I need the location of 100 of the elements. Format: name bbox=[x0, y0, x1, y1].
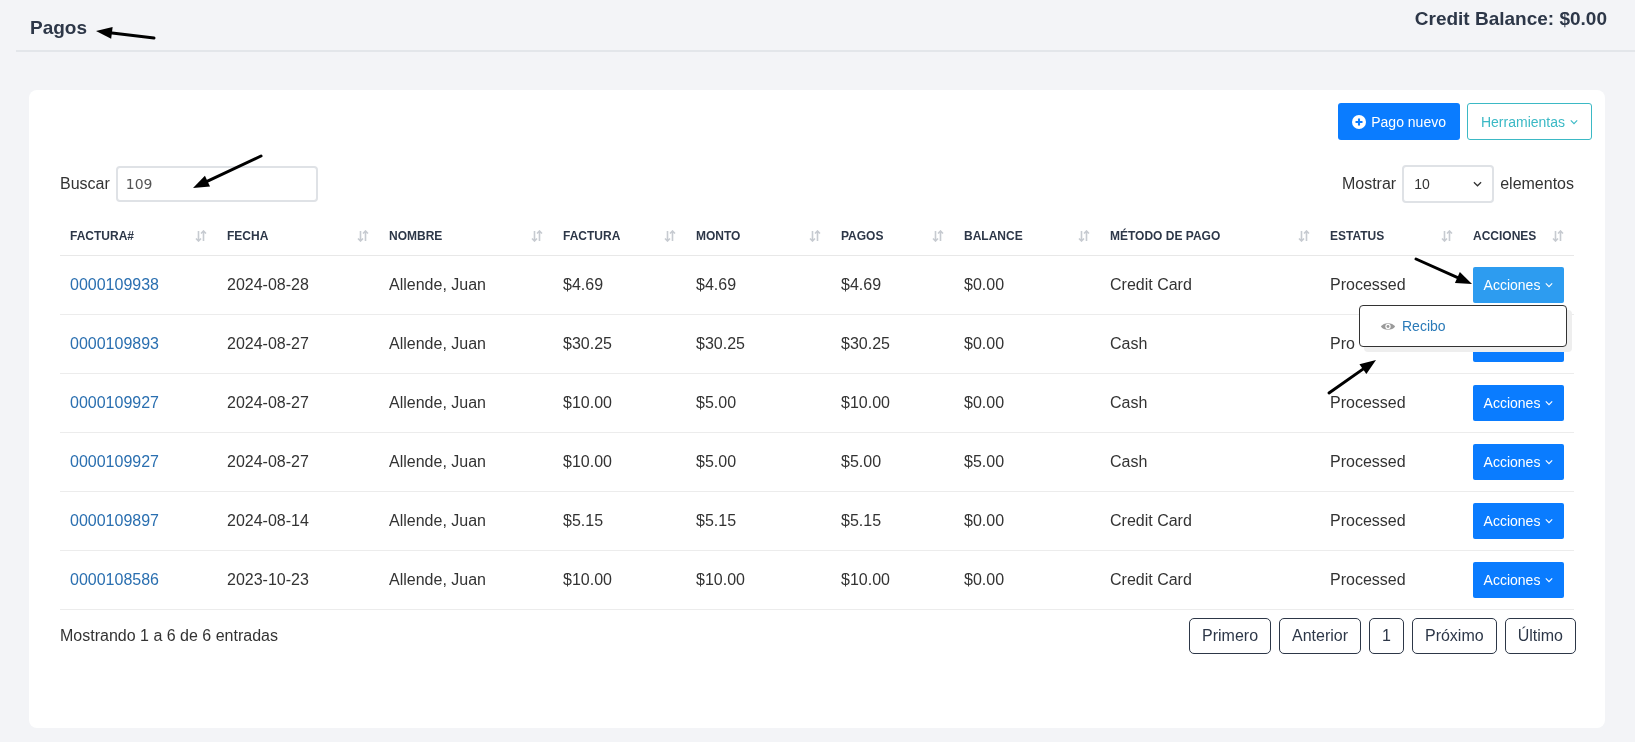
sort-icon[interactable] bbox=[1441, 230, 1453, 242]
table-cell: $0.00 bbox=[964, 276, 1005, 294]
table-cell: 2023-10-23 bbox=[227, 571, 309, 589]
table-cell: $10.00 bbox=[696, 571, 745, 589]
pagination-button[interactable]: Último bbox=[1504, 618, 1576, 654]
table-cell: $10.00 bbox=[563, 571, 612, 589]
table-cell: Processed bbox=[1330, 276, 1406, 294]
table-cell: Processed bbox=[1330, 512, 1406, 530]
page-size-select[interactable]: 10 bbox=[1402, 165, 1495, 203]
plus-circle-icon bbox=[1352, 114, 1367, 129]
table-cell: Processed bbox=[1330, 394, 1406, 412]
actions-button[interactable]: Acciones bbox=[1473, 503, 1564, 539]
table-cell: Credit Card bbox=[1110, 512, 1192, 530]
table-cell: Allende, Juan bbox=[389, 276, 486, 294]
table-cell: $10.00 bbox=[563, 453, 612, 471]
entries-summary: Mostrando 1 a 6 de 6 entradas bbox=[60, 627, 278, 645]
actions-button[interactable]: Acciones bbox=[1473, 267, 1564, 303]
search-label: Buscar bbox=[60, 175, 110, 193]
table-cell: 2024-08-27 bbox=[227, 335, 309, 353]
table-cell: Pro bbox=[1330, 335, 1355, 353]
table-cell: $5.00 bbox=[964, 453, 1005, 471]
pagination-button[interactable]: Primero bbox=[1189, 618, 1272, 654]
receipt-menu-item[interactable]: Recibo bbox=[1380, 318, 1446, 334]
table-cell: Cash bbox=[1110, 335, 1148, 353]
actions-button[interactable]: Acciones bbox=[1473, 562, 1564, 598]
column-header: BALANCE bbox=[964, 229, 1023, 243]
caret-icon bbox=[1545, 518, 1554, 524]
caret-icon bbox=[1545, 400, 1554, 406]
column-header: FACTURA# bbox=[70, 229, 134, 243]
table-cell: $4.69 bbox=[841, 276, 882, 294]
caret-icon bbox=[1545, 577, 1554, 583]
caret-icon bbox=[1545, 282, 1554, 288]
column-header: NOMBRE bbox=[389, 229, 443, 243]
column-header: MÉTODO DE PAGO bbox=[1110, 229, 1221, 243]
table-cell: $0.00 bbox=[964, 571, 1005, 589]
table-cell: Allende, Juan bbox=[389, 512, 486, 530]
table-cell: Processed bbox=[1330, 571, 1406, 589]
table-cell: $10.00 bbox=[841, 394, 890, 412]
table-cell: 2024-08-14 bbox=[227, 512, 309, 530]
invoice-link[interactable]: 0000109938 bbox=[70, 276, 159, 294]
table-cell: $30.25 bbox=[841, 335, 890, 353]
sort-icon[interactable] bbox=[531, 230, 543, 242]
actions-button[interactable]: Acciones bbox=[1473, 444, 1564, 480]
table-cell: $5.15 bbox=[696, 512, 737, 530]
column-header: FACTURA bbox=[563, 229, 621, 243]
annotation-arrow bbox=[1414, 257, 1472, 284]
new-payment-button[interactable]: Pago nuevo bbox=[1338, 103, 1460, 140]
table-cell: Credit Card bbox=[1110, 276, 1192, 294]
sort-icon[interactable] bbox=[1552, 230, 1564, 242]
sort-icon[interactable] bbox=[357, 230, 369, 242]
table-cell: Processed bbox=[1330, 453, 1406, 471]
table-cell: $10.00 bbox=[563, 394, 612, 412]
table-cell: $10.00 bbox=[841, 571, 890, 589]
table-cell: 2024-08-27 bbox=[227, 394, 309, 412]
sort-icon[interactable] bbox=[1298, 230, 1310, 242]
column-header: MONTO bbox=[696, 229, 741, 243]
sort-icon[interactable] bbox=[195, 230, 207, 242]
table-cell: $4.69 bbox=[563, 276, 604, 294]
search-field[interactable]: 109 bbox=[115, 166, 318, 202]
sort-icon[interactable] bbox=[1078, 230, 1090, 242]
table-cell: Cash bbox=[1110, 453, 1148, 471]
sort-icon[interactable] bbox=[809, 230, 821, 242]
invoice-link[interactable]: 0000108586 bbox=[70, 571, 159, 589]
eye-icon bbox=[1380, 320, 1396, 332]
table-cell: $30.25 bbox=[696, 335, 745, 353]
show-label: Mostrar bbox=[1341, 175, 1397, 193]
column-header: ACCIONES bbox=[1473, 229, 1537, 243]
sort-icon[interactable] bbox=[664, 230, 676, 242]
actions-button[interactable]: Acciones bbox=[1473, 385, 1564, 421]
table-cell: $5.00 bbox=[696, 453, 737, 471]
table-cell: 2024-08-27 bbox=[227, 453, 309, 471]
invoice-link[interactable]: 0000109927 bbox=[70, 394, 159, 412]
pagination-button[interactable]: 1 bbox=[1369, 618, 1404, 654]
table-cell: $5.00 bbox=[696, 394, 737, 412]
caret-icon bbox=[1570, 118, 1578, 125]
items-label: elementos bbox=[1500, 175, 1574, 193]
table-cell: Credit Card bbox=[1110, 571, 1192, 589]
sort-icon[interactable] bbox=[932, 230, 944, 242]
table-cell: $0.00 bbox=[964, 394, 1005, 412]
pagination-button[interactable]: Próximo bbox=[1411, 618, 1497, 654]
chevron-down-icon bbox=[1473, 181, 1483, 187]
table-cell: $0.00 bbox=[964, 335, 1005, 353]
annotation-arrow bbox=[193, 154, 263, 188]
table-cell: $0.00 bbox=[964, 512, 1005, 530]
table-cell: Allende, Juan bbox=[389, 453, 486, 471]
invoice-link[interactable]: 0000109897 bbox=[70, 512, 159, 530]
table-cell: Allende, Juan bbox=[389, 571, 486, 589]
table-cell: Cash bbox=[1110, 394, 1148, 412]
table-cell: 2024-08-28 bbox=[227, 276, 309, 294]
invoice-link[interactable]: 0000109927 bbox=[70, 453, 159, 471]
invoice-link[interactable]: 0000109893 bbox=[70, 335, 159, 353]
table-cell: $5.15 bbox=[563, 512, 604, 530]
column-header: PAGOS bbox=[841, 229, 884, 243]
pagination-button[interactable]: Anterior bbox=[1279, 618, 1362, 654]
table-cell: $30.25 bbox=[563, 335, 612, 353]
table-cell: $4.69 bbox=[696, 276, 737, 294]
caret-icon bbox=[1545, 459, 1554, 465]
annotation-arrow bbox=[1327, 360, 1376, 395]
annotation-arrow bbox=[96, 26, 156, 40]
column-header: FECHA bbox=[227, 229, 269, 243]
